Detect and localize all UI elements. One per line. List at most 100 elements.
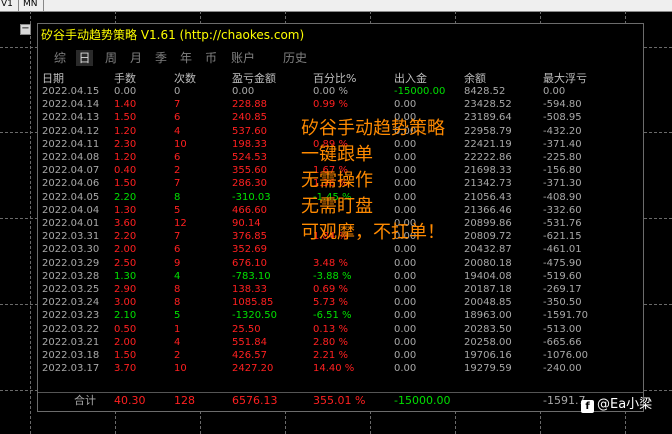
cell-count: 0 — [174, 86, 181, 97]
totals-row: 合计 40.30 128 6576.13 355.01 % -15000.00 … — [38, 395, 643, 409]
tab-yearly[interactable]: 年 — [178, 50, 194, 66]
tab-monthly[interactable]: 月 — [128, 50, 144, 66]
cell-balance: 20080.18 — [464, 257, 512, 269]
cell-lots: 0.50 — [114, 323, 137, 335]
cell-count: 7 — [174, 231, 181, 243]
cell-lots: 2.20 — [114, 191, 137, 203]
column-header-percent: 百分比% — [313, 72, 357, 85]
cell-lots: 1.20 — [114, 152, 137, 163]
cell-date: 2022.04.13 — [42, 112, 100, 124]
cell-percent: -6.51 % — [313, 310, 352, 322]
cell-pnl: 198.33 — [232, 138, 267, 150]
cell-pnl: 90.14 — [232, 218, 261, 229]
tab-overview[interactable]: 综 — [52, 50, 68, 66]
totals-pnl: 6576.13 — [232, 394, 278, 407]
cell-deposit: 0.00 — [394, 310, 417, 322]
cell-date: 2022.04.11 — [42, 138, 100, 150]
cell-deposit: 0.00 — [394, 257, 417, 269]
facebook-icon: f — [581, 400, 594, 413]
cell-count: 8 — [174, 297, 181, 309]
cell-max-drawdown: -371.30 — [543, 178, 582, 190]
cell-date: 2022.03.30 — [42, 244, 100, 256]
cell-lots: 1.40 — [114, 99, 137, 111]
cell-lots: 2.10 — [114, 310, 137, 322]
cell-balance: 19404.08 — [464, 270, 512, 282]
cell-date: 2022.04.07 — [42, 165, 100, 177]
cell-balance: 8428.52 — [464, 86, 506, 97]
cell-max-drawdown: -1591.70 — [543, 310, 588, 322]
cell-pnl: 376.85 — [232, 231, 267, 243]
cell-date: 2022.04.01 — [42, 218, 100, 229]
cell-max-drawdown: -371.40 — [543, 138, 582, 150]
cell-date: 2022.03.17 — [42, 363, 100, 375]
tab-account[interactable]: 账户 — [229, 50, 257, 66]
cell-lots: 3.00 — [114, 297, 137, 309]
tab-daily[interactable]: 日 — [76, 50, 93, 66]
cell-date: 2022.04.08 — [42, 152, 100, 163]
cell-date: 2022.03.25 — [42, 284, 100, 295]
cell-lots: 2.30 — [114, 138, 137, 150]
cell-deposit: 0.00 — [394, 323, 417, 335]
cell-max-drawdown: -240.00 — [543, 363, 582, 375]
table-row: 2022.04.15 0.00 0 0.00 0.00 % -15000.00 8428.5… — [38, 86, 643, 98]
cell-pnl: 138.33 — [232, 284, 267, 295]
watermark: f @Ea小梁 — [581, 393, 652, 413]
timeframe-mn-label[interactable]: MN — [23, 0, 38, 9]
cell-lots: 0.00 — [114, 86, 137, 97]
cell-balance: 20187.18 — [464, 284, 512, 295]
cell-max-drawdown: -475.90 — [543, 257, 582, 269]
cell-max-drawdown: -508.95 — [543, 112, 582, 124]
promo-line-4: 无需盯盘 — [301, 196, 373, 217]
cell-date: 2022.03.22 — [42, 323, 100, 335]
cell-pnl: 352.69 — [232, 244, 267, 256]
tab-symbol[interactable]: 币 — [203, 50, 219, 66]
cell-pnl: 286.30 — [232, 178, 267, 190]
cell-max-drawdown: -225.80 — [543, 152, 582, 163]
totals-count: 128 — [174, 394, 195, 407]
cell-pnl: -1320.50 — [232, 310, 277, 322]
cell-percent: 5.73 % — [313, 297, 348, 309]
totals-lots: 40.30 — [114, 394, 146, 407]
cell-lots: 1.50 — [114, 112, 137, 124]
cell-lots: 2.50 — [114, 257, 137, 269]
cell-max-drawdown: -519.60 — [543, 270, 582, 282]
table-row: 2022.03.17 3.70 10 2427.20 14.40 % 0.00 19279.… — [38, 363, 643, 375]
cell-percent: -3.88 % — [313, 270, 352, 282]
cell-pnl: 524.53 — [232, 152, 267, 163]
cell-deposit: 0.00 — [394, 297, 417, 309]
cell-pnl: 0.00 — [232, 86, 255, 97]
cell-count: 8 — [174, 284, 181, 295]
toolbar-separator — [18, 0, 19, 11]
cell-balance: 20283.50 — [464, 323, 512, 335]
cell-date: 2022.04.04 — [42, 204, 100, 216]
cell-max-drawdown: -432.20 — [543, 125, 582, 137]
table-row: 2022.03.22 0.50 1 25.50 0.13 % 0.00 20283.50 -5… — [38, 324, 643, 336]
promo-overlay: 矽谷手动趋势策略 一键跟单 无需操作 无需盯盘 可观摩，不扛单！ — [301, 116, 501, 246]
cell-date: 2022.04.12 — [42, 125, 100, 137]
cell-date: 2022.03.31 — [42, 231, 100, 243]
cell-max-drawdown: -269.17 — [543, 284, 582, 295]
table-row: 2022.04.14 1.40 7 228.88 0.99 % 0.00 23428.52 -… — [38, 99, 643, 111]
table-row: 2022.03.30 2.00 6 352.69 0.00 20432.87 -461.01 — [38, 244, 643, 256]
cell-date: 2022.04.15 — [42, 86, 100, 97]
cell-percent: 0.69 % — [313, 284, 348, 295]
cell-lots: 1.50 — [114, 350, 137, 361]
tab-history[interactable]: 历史 — [281, 50, 309, 66]
column-header-balance: 余额 — [464, 72, 486, 85]
cell-lots: 2.00 — [114, 244, 137, 256]
tab-weekly[interactable]: 周 — [103, 50, 119, 66]
cell-max-drawdown: -408.90 — [543, 191, 582, 203]
cell-balance: 20048.85 — [464, 297, 512, 309]
cell-count: 4 — [174, 336, 181, 348]
cell-percent: 2.80 % — [313, 336, 348, 348]
cell-lots: 1.20 — [114, 125, 137, 137]
cell-pnl: 676.10 — [232, 257, 267, 269]
collapse-panel-button[interactable]: − — [20, 24, 31, 35]
tab-quarterly[interactable]: 季 — [153, 50, 169, 66]
column-header-pnl: 盈亏金额 — [232, 72, 276, 85]
table-row: 2022.03.18 1.50 2 426.57 2.21 % 0.00 19706.16 -… — [38, 350, 643, 362]
table-row: 2022.03.24 3.00 8 1085.85 5.73 % 0.00 20048.85… — [38, 297, 643, 309]
timeframe-v1-label[interactable]: V1 — [1, 0, 13, 9]
cell-lots: 2.20 — [114, 231, 137, 243]
cell-date: 2022.03.21 — [42, 336, 100, 348]
